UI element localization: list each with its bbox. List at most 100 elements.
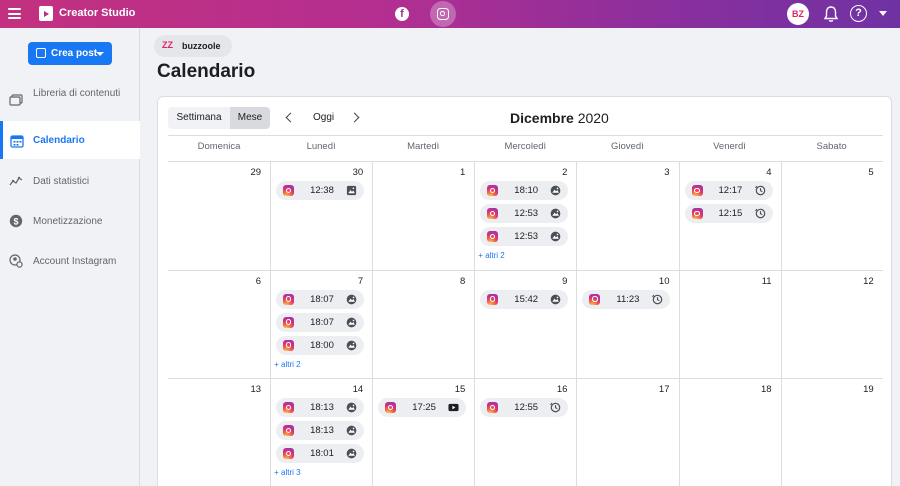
image-icon: [347, 185, 357, 196]
day-number: 16: [556, 384, 568, 395]
calendar-card: Settimana Mese Oggi Dicembre 2020 Domeni…: [157, 96, 892, 486]
calendar-icon: [10, 135, 24, 148]
creator-studio-logo-icon: [39, 6, 53, 21]
post-time: 15:42: [514, 293, 539, 305]
scheduled-post[interactable]: 18:01: [276, 444, 365, 463]
post-time: 18:13: [310, 402, 334, 413]
view-week-button[interactable]: Settimana: [168, 107, 230, 129]
photo-icon: [346, 402, 357, 413]
more-posts-link[interactable]: + altri 3: [274, 468, 300, 477]
scheduled-post[interactable]: 12:53: [480, 204, 569, 223]
instagram-icon: [283, 185, 295, 196]
scheduled-clock-icon: [754, 185, 765, 196]
next-month-chevron-icon[interactable]: [349, 112, 360, 123]
post-time: 18:13: [310, 425, 334, 436]
chevron-down-icon[interactable]: [96, 52, 104, 56]
scheduled-post[interactable]: 12:17: [684, 181, 773, 200]
post-time: 18:07: [310, 293, 334, 305]
post-time: 11:23: [616, 293, 640, 305]
instagram-icon: [589, 293, 601, 305]
account-settings-icon: [9, 254, 23, 268]
bell-icon[interactable]: [823, 5, 839, 23]
month-name: Dicembre: [510, 110, 574, 126]
avatar[interactable]: BZ: [787, 3, 809, 25]
day-number: 6: [255, 275, 262, 287]
sidebar-item-calendar[interactable]: Calendario: [0, 121, 140, 159]
grid-line: [168, 378, 883, 379]
instagram-icon: [283, 448, 295, 459]
more-posts-link[interactable]: + altri 2: [478, 251, 504, 260]
day-number: 8: [460, 275, 466, 287]
sidebar: Crea post Libreria di contenuti Calendar…: [0, 28, 140, 486]
top-bar: Creator Studio f BZ ?: [0, 0, 900, 28]
facebook-icon[interactable]: f: [395, 7, 409, 21]
scheduled-post[interactable]: 12:53: [480, 227, 569, 246]
scheduled-post[interactable]: 15:42: [480, 289, 569, 309]
day-number: 11: [761, 275, 772, 287]
instagram-tab[interactable]: [430, 1, 456, 27]
day-number: 13: [250, 384, 262, 395]
photo-icon: [550, 294, 561, 304]
today-button[interactable]: Oggi: [313, 112, 334, 123]
grid-line: [576, 161, 578, 486]
insights-icon: [9, 176, 23, 186]
scheduled-post[interactable]: 12:38: [276, 181, 365, 200]
photo-icon: [550, 231, 561, 242]
create-post-button[interactable]: Crea post: [28, 42, 112, 65]
grid-line: [168, 269, 883, 271]
grid-line: [474, 161, 476, 486]
scheduled-post[interactable]: 18:13: [276, 398, 365, 417]
more-posts-link[interactable]: + altri 2: [274, 360, 300, 369]
grid-line: [270, 161, 272, 486]
post-time: 12:55: [514, 402, 539, 413]
scheduled-clock-icon: [652, 294, 663, 304]
sidebar-item-insights[interactable]: Dati statistici: [0, 168, 140, 194]
grid-line: [678, 161, 680, 486]
day-number: 14: [352, 384, 364, 395]
view-month-button[interactable]: Mese: [230, 107, 270, 129]
weekday-header: Martedì: [407, 141, 440, 152]
post-time: 12:53: [514, 231, 539, 242]
photo-icon: [550, 208, 561, 219]
compose-icon: [36, 48, 46, 58]
scheduled-post[interactable]: 18:07: [276, 289, 365, 309]
sidebar-item-instagram-account[interactable]: Account Instagram: [0, 248, 140, 274]
account-switcher[interactable]: ZZ buzzoole: [154, 35, 232, 57]
help-icon[interactable]: ?: [850, 5, 867, 22]
hamburger-menu-icon[interactable]: [8, 8, 21, 19]
svg-text:$: $: [13, 217, 18, 227]
day-number: 4: [766, 167, 772, 178]
weekday-header: Giovedì: [611, 141, 644, 152]
sidebar-item-label: Monetizzazione: [33, 216, 103, 227]
sidebar-item-label: Calendario: [33, 135, 85, 146]
sidebar-item-monetization[interactable]: $ Monetizzazione: [0, 208, 140, 234]
scheduled-post[interactable]: 11:23: [582, 289, 671, 309]
instagram-icon: [691, 208, 703, 219]
scheduled-post[interactable]: 12:15: [684, 204, 773, 223]
instagram-icon: [487, 231, 499, 242]
dollar-icon: $: [9, 214, 23, 228]
post-time: 12:38: [310, 185, 334, 196]
scheduled-post[interactable]: 12:55: [480, 398, 569, 417]
grid-line: [168, 161, 883, 162]
day-number: 7: [357, 275, 364, 287]
sidebar-item-library[interactable]: Libreria di contenuti: [0, 84, 140, 114]
sidebar-item-label: Account Instagram: [33, 256, 117, 267]
day-number: 29: [250, 167, 262, 178]
account-menu-caret-icon[interactable]: [879, 11, 887, 16]
create-post-label: Crea post: [51, 48, 98, 59]
scheduled-post[interactable]: 18:13: [276, 421, 365, 440]
scheduled-post[interactable]: 17:25: [378, 398, 467, 417]
scheduled-post[interactable]: 18:00: [276, 335, 365, 355]
scheduled-post[interactable]: 18:07: [276, 312, 365, 332]
post-time: 18:10: [514, 185, 539, 196]
previous-month-chevron-icon[interactable]: [285, 112, 296, 123]
photo-icon: [346, 448, 357, 459]
scheduled-post[interactable]: 18:10: [480, 181, 569, 200]
weekday-header: Lunedì: [306, 141, 336, 152]
day-number: 10: [658, 275, 670, 287]
scheduled-clock-icon: [550, 402, 561, 413]
photo-icon: [346, 317, 357, 327]
app-title: Creator Studio: [59, 7, 136, 19]
day-number: 17: [658, 384, 670, 395]
